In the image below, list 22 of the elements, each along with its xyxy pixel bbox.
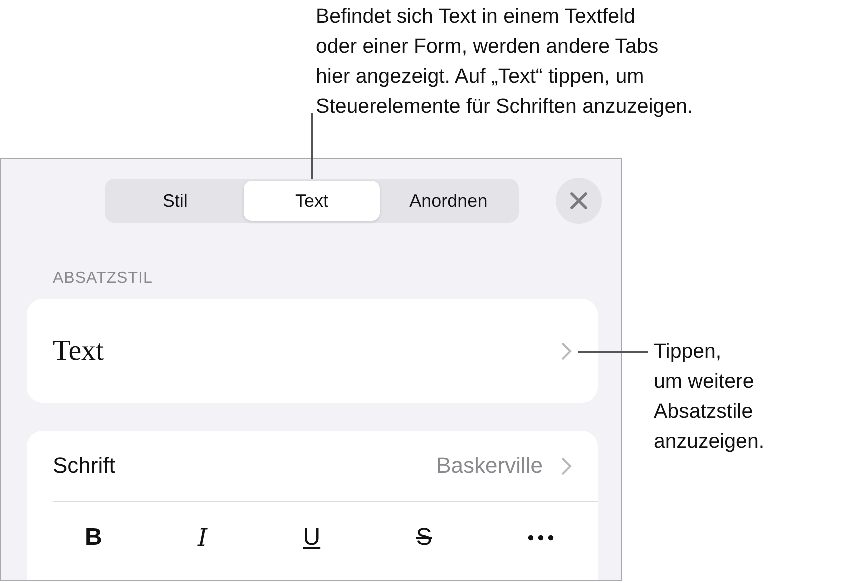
format-button[interactable]: U	[289, 516, 335, 560]
chevron-icon	[561, 456, 572, 476]
section-header: ABSATZSTIL	[53, 270, 154, 288]
tab[interactable]: Stil	[107, 181, 244, 221]
callout-text: Tippen, um weitere Absatzstile anzuzeigen.	[654, 339, 766, 455]
format-button[interactable]: I	[184, 516, 222, 560]
leader-line	[578, 351, 648, 353]
callout-text: Befindet sich Text in einem Textfeld oder einer Form, werden andere Tabs hier angezeigt. Auf „Text“ tippen, um Steuerelemente für Schriften anzuzeigen.	[316, 4, 694, 120]
close-button[interactable]	[556, 178, 602, 224]
leader-line	[311, 113, 313, 179]
paragraph-style-value: Text	[53, 334, 104, 368]
format-button[interactable]: B	[71, 516, 116, 560]
more-icon	[528, 535, 554, 541]
format-button[interactable]: S	[402, 516, 446, 560]
tab[interactable]: Text	[244, 181, 380, 221]
chevron-icon	[561, 342, 572, 360]
close-icon	[570, 192, 588, 210]
font-value: Baskerville	[436, 453, 543, 479]
tab[interactable]: Anordnen	[380, 181, 518, 221]
font-label: Schrift	[53, 453, 116, 479]
font-row[interactable]: Schrift Baskerville	[27, 431, 598, 501]
paragraph-style-row[interactable]: Text	[27, 299, 598, 403]
